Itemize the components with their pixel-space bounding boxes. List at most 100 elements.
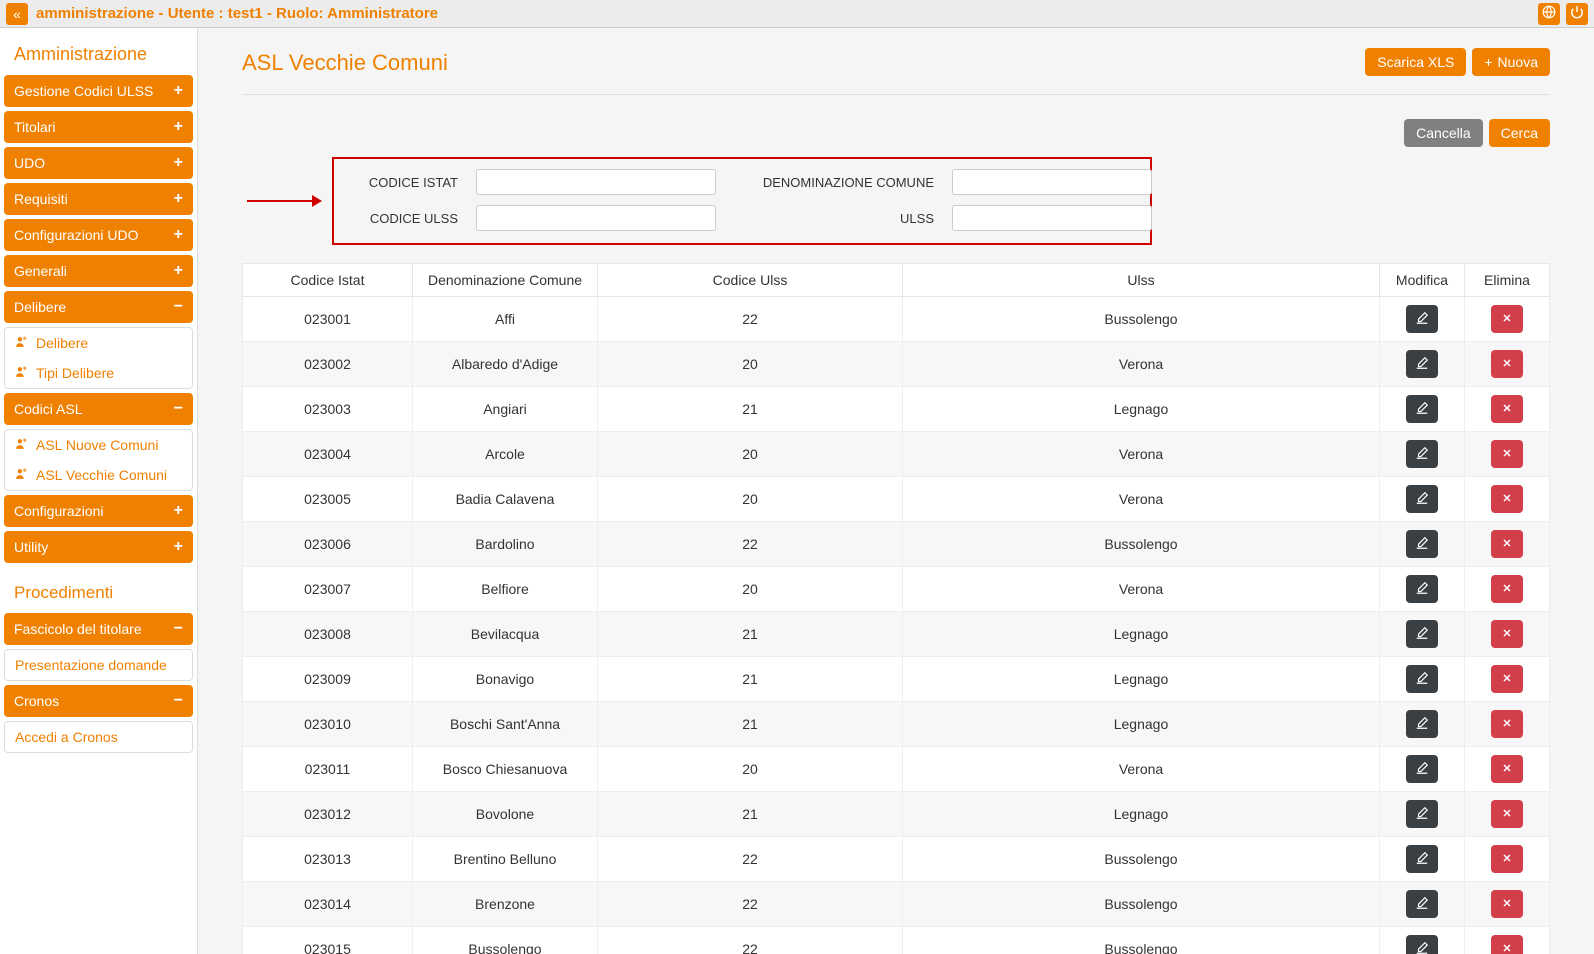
edit-button[interactable] <box>1406 890 1438 918</box>
edit-button[interactable] <box>1406 755 1438 783</box>
sidebar-subitem-label: Accedi a Cronos <box>15 729 118 745</box>
edit-icon <box>1415 671 1429 688</box>
delete-button[interactable] <box>1491 845 1523 873</box>
filter-denom-input[interactable] <box>952 169 1152 195</box>
sidebar-subitem[interactable]: Accedi a Cronos <box>5 722 192 752</box>
sidebar-section[interactable]: Configurazioni UDO+ <box>4 219 193 251</box>
edit-button[interactable] <box>1406 395 1438 423</box>
delete-button[interactable] <box>1491 890 1523 918</box>
close-icon <box>1501 717 1513 732</box>
th-ulss[interactable]: Ulss <box>903 264 1380 297</box>
edit-button[interactable] <box>1406 305 1438 333</box>
cell-denom: Arcole <box>413 432 598 477</box>
power-button[interactable] <box>1566 3 1588 25</box>
edit-button[interactable] <box>1406 935 1438 954</box>
delete-button[interactable] <box>1491 395 1523 423</box>
cell-denom: Bardolino <box>413 522 598 567</box>
table-row: 023010Boschi Sant'Anna21Legnago <box>243 702 1550 747</box>
delete-button[interactable] <box>1491 665 1523 693</box>
edit-icon <box>1415 311 1429 328</box>
sidebar-section[interactable]: Requisiti+ <box>4 183 193 215</box>
cell-istat: 023004 <box>243 432 413 477</box>
edit-button[interactable] <box>1406 710 1438 738</box>
sidebar-subitem-label: Presentazione domande <box>15 657 167 673</box>
delete-button[interactable] <box>1491 575 1523 603</box>
page-title: ASL Vecchie Comuni <box>242 50 448 76</box>
th-denom[interactable]: Denominazione Comune <box>413 264 598 297</box>
cell-denom: Bussolengo <box>413 927 598 954</box>
edit-button[interactable] <box>1406 665 1438 693</box>
sidebar-subitem[interactable]: Tipi Delibere <box>5 358 192 388</box>
sidebar-section[interactable]: Codici ASL− <box>4 393 193 425</box>
delete-button[interactable] <box>1491 800 1523 828</box>
cell-ulss: Legnago <box>903 792 1380 837</box>
plus-icon: + <box>174 82 183 100</box>
edit-button[interactable] <box>1406 575 1438 603</box>
cell-istat: 023010 <box>243 702 413 747</box>
filter-ulss-input[interactable] <box>952 205 1152 231</box>
cell-istat: 023005 <box>243 477 413 522</box>
sidebar-section[interactable]: Titolari+ <box>4 111 193 143</box>
delete-button[interactable] <box>1491 530 1523 558</box>
chevron-left-icon: « <box>13 6 21 22</box>
edit-button[interactable] <box>1406 800 1438 828</box>
th-istat[interactable]: Codice Istat <box>243 264 413 297</box>
collapse-sidebar-button[interactable]: « <box>6 3 28 25</box>
edit-button[interactable] <box>1406 485 1438 513</box>
plus-icon: + <box>174 118 183 136</box>
close-icon <box>1501 897 1513 912</box>
sidebar-subpanel: DelibereTipi Delibere <box>4 327 193 389</box>
sidebar-section-label: Gestione Codici ULSS <box>14 83 153 99</box>
filter-box: CODICE ISTAT DENOMINAZIONE COMUNE CODICE… <box>332 157 1152 245</box>
cell-ulsscode: 21 <box>598 657 903 702</box>
cell-denom: Belfiore <box>413 567 598 612</box>
data-table: Codice Istat Denominazione Comune Codice… <box>242 263 1550 954</box>
delete-button[interactable] <box>1491 755 1523 783</box>
sidebar-subpanel: Accedi a Cronos <box>4 721 193 753</box>
delete-button[interactable] <box>1491 620 1523 648</box>
sidebar-section[interactable]: Utility+ <box>4 531 193 563</box>
cell-ulss: Legnago <box>903 612 1380 657</box>
cell-denom: Bevilacqua <box>413 612 598 657</box>
download-xls-button[interactable]: Scarica XLS <box>1365 48 1466 76</box>
filter-istat-input[interactable] <box>476 169 716 195</box>
delete-button[interactable] <box>1491 305 1523 333</box>
main-content: ASL Vecchie Comuni Scarica XLS + Nuova C… <box>198 28 1594 954</box>
edit-button[interactable] <box>1406 620 1438 648</box>
sidebar-section[interactable]: Generali+ <box>4 255 193 287</box>
table-row: 023014Brenzone22Bussolengo <box>243 882 1550 927</box>
delete-button[interactable] <box>1491 935 1523 954</box>
sidebar-section-label: Configurazioni <box>14 503 104 519</box>
sidebar-section[interactable]: Gestione Codici ULSS + <box>4 75 193 107</box>
cell-ulss: Bussolengo <box>903 522 1380 567</box>
sidebar-section[interactable]: Cronos− <box>4 685 193 717</box>
cell-denom: Brentino Belluno <box>413 837 598 882</box>
delete-button[interactable] <box>1491 710 1523 738</box>
new-button[interactable]: + Nuova <box>1472 48 1550 76</box>
table-row: 023001Affi22Bussolengo <box>243 297 1550 342</box>
th-ulsscode[interactable]: Codice Ulss <box>598 264 903 297</box>
sidebar-section[interactable]: Delibere− <box>4 291 193 323</box>
cell-ulss: Verona <box>903 342 1380 387</box>
filter-ulsscode-input[interactable] <box>476 205 716 231</box>
edit-button[interactable] <box>1406 845 1438 873</box>
edit-button[interactable] <box>1406 350 1438 378</box>
edit-button[interactable] <box>1406 440 1438 468</box>
language-button[interactable] <box>1538 3 1560 25</box>
topbar: « amministrazione - Utente : test1 - Ruo… <box>0 0 1594 28</box>
search-button[interactable]: Cerca <box>1489 119 1550 147</box>
sidebar-section[interactable]: UDO+ <box>4 147 193 179</box>
delete-button[interactable] <box>1491 485 1523 513</box>
sidebar-section-label: Cronos <box>14 693 59 709</box>
sidebar-subitem[interactable]: ASL Vecchie Comuni <box>5 460 192 490</box>
edit-button[interactable] <box>1406 530 1438 558</box>
delete-button[interactable] <box>1491 440 1523 468</box>
sidebar-section[interactable]: Configurazioni+ <box>4 495 193 527</box>
sidebar-subitem[interactable]: Delibere <box>5 328 192 358</box>
sidebar-section[interactable]: Fascicolo del titolare− <box>4 613 193 645</box>
sidebar-subitem[interactable]: ASL Nuove Comuni <box>5 430 192 460</box>
cancel-button[interactable]: Cancella <box>1404 119 1482 147</box>
delete-button[interactable] <box>1491 350 1523 378</box>
sidebar-subitem[interactable]: Presentazione domande <box>5 650 192 680</box>
cell-ulss: Verona <box>903 432 1380 477</box>
